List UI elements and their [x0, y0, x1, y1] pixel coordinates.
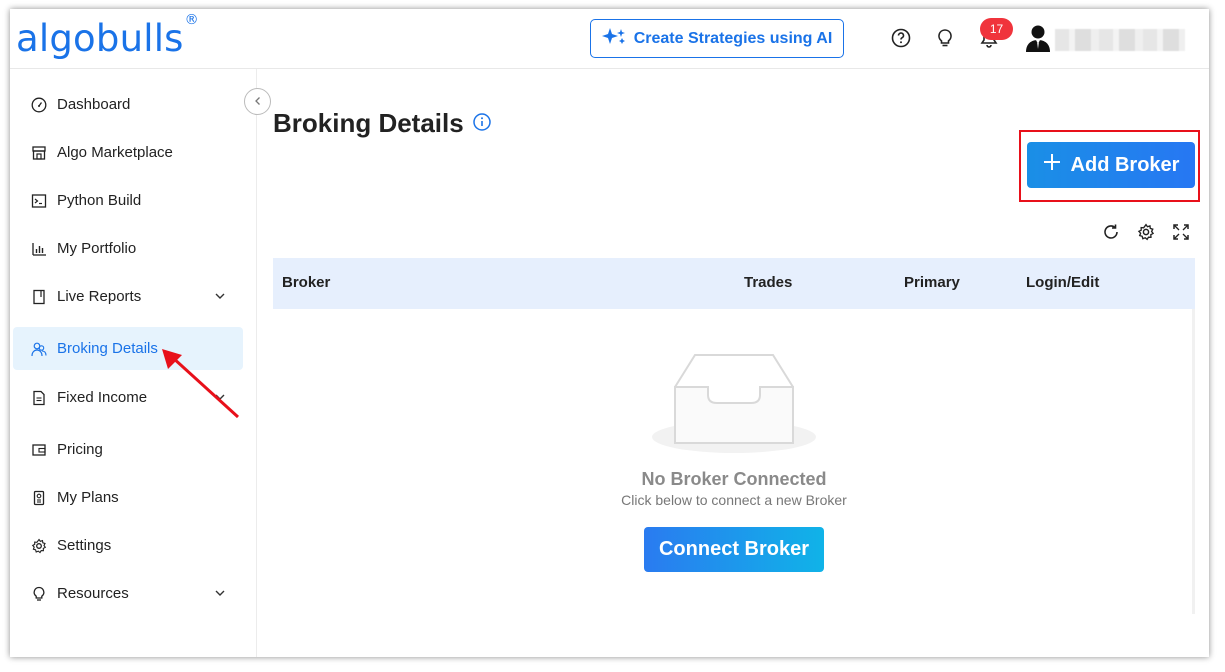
- notification-badge: 17: [980, 18, 1013, 40]
- lightbulb-icon: [31, 586, 47, 602]
- bar-chart-icon: [31, 241, 47, 257]
- lightbulb-icon[interactable]: [934, 27, 956, 49]
- refresh-icon[interactable]: [1101, 222, 1121, 242]
- column-header-login-edit[interactable]: Login/Edit: [1026, 274, 1099, 291]
- report-icon: [31, 289, 47, 305]
- chevron-down-icon[interactable]: [214, 586, 226, 603]
- connect-broker-button[interactable]: Connect Broker: [644, 527, 824, 572]
- table-scrollbar[interactable]: [1192, 309, 1195, 614]
- sidebar-item-label: My Plans: [57, 489, 119, 506]
- logo-registered-mark: ®: [184, 11, 199, 28]
- sidebar-item-label: Broking Details: [57, 340, 158, 357]
- column-settings-gear-icon[interactable]: [1136, 222, 1156, 242]
- empty-state-subtitle: Click below to connect a new Broker: [621, 492, 847, 508]
- info-icon[interactable]: [473, 113, 491, 131]
- sidebar-item-label: Dashboard: [57, 96, 131, 113]
- page-title: Broking Details: [273, 108, 464, 138]
- sidebar-item-settings[interactable]: Settings: [13, 524, 243, 567]
- column-header-primary[interactable]: Primary: [904, 274, 960, 291]
- sparkle-icon: [601, 26, 628, 51]
- chevron-down-icon[interactable]: [214, 289, 226, 306]
- collapse-sidebar-button[interactable]: [244, 88, 271, 115]
- sidebar-item-pricing[interactable]: Pricing: [13, 428, 243, 471]
- table-header-row: Broker Trades Primary Login/Edit: [273, 258, 1195, 309]
- users-icon: [31, 341, 47, 357]
- sidebar-item-my-plans[interactable]: My Plans: [13, 476, 243, 519]
- sidebar-item-label: Algo Marketplace: [57, 144, 173, 161]
- plus-icon: [1043, 153, 1061, 177]
- username-redacted[interactable]: [1055, 29, 1185, 51]
- app-window: algobulls® Create Strategies using AI 17…: [10, 9, 1209, 657]
- terminal-icon: [31, 193, 47, 209]
- column-header-trades[interactable]: Trades: [744, 274, 792, 291]
- document-icon: [31, 390, 47, 406]
- add-broker-label: Add Broker: [1070, 153, 1180, 176]
- logo-text: algobulls: [16, 17, 184, 60]
- plan-icon: [31, 490, 47, 506]
- help-icon[interactable]: [890, 27, 912, 49]
- fullscreen-icon[interactable]: [1171, 222, 1191, 242]
- chevron-left-icon: [253, 93, 263, 111]
- sidebar-item-python-build[interactable]: Python Build: [13, 179, 243, 222]
- sidebar-item-algo-marketplace[interactable]: Algo Marketplace: [13, 131, 243, 174]
- sidebar-item-label: Settings: [57, 537, 112, 554]
- dashboard-gauge-icon: [31, 97, 47, 113]
- user-avatar-icon[interactable]: [1025, 24, 1051, 52]
- sidebar-item-live-reports[interactable]: Live Reports: [13, 275, 243, 318]
- sidebar-item-label: Resources: [57, 585, 129, 602]
- gear-icon: [31, 538, 47, 554]
- create-strategies-ai-button[interactable]: Create Strategies using AI: [590, 19, 844, 58]
- sidebar-item-label: Live Reports: [57, 288, 142, 305]
- add-broker-button[interactable]: Add Broker: [1027, 142, 1195, 188]
- empty-state-title: No Broker Connected: [641, 469, 827, 489]
- algobulls-logo[interactable]: algobulls®: [16, 12, 199, 60]
- column-header-broker[interactable]: Broker: [282, 274, 330, 291]
- top-header: algobulls® Create Strategies using AI 17: [10, 9, 1209, 69]
- sidebar-item-dashboard[interactable]: Dashboard: [13, 83, 243, 126]
- sidebar-item-resources[interactable]: Resources: [13, 572, 243, 615]
- empty-inbox-illustration: [652, 354, 816, 453]
- sidebar-item-label: Pricing: [57, 441, 103, 458]
- wallet-icon: [31, 442, 47, 458]
- annotation-arrow: [162, 349, 240, 419]
- sidebar-item-label: Python Build: [57, 192, 142, 209]
- sidebar-item-label: My Portfolio: [57, 240, 137, 257]
- sidebar-item-my-portfolio[interactable]: My Portfolio: [13, 227, 243, 270]
- ai-button-label: Create Strategies using AI: [633, 29, 833, 47]
- sidebar-item-label: Fixed Income: [57, 389, 148, 406]
- store-icon: [31, 145, 47, 161]
